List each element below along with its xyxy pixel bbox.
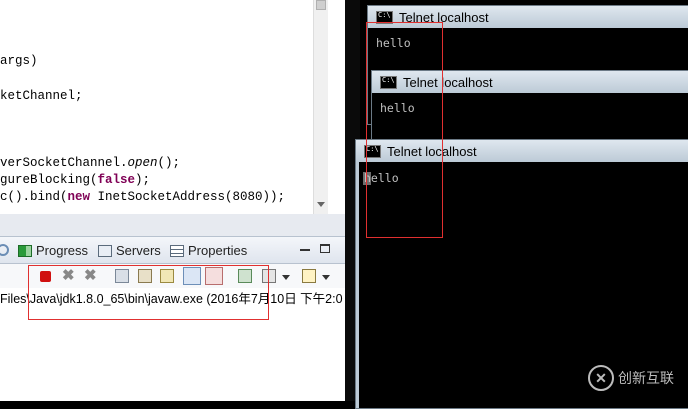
new-console-icon[interactable] [302, 269, 316, 283]
tab-progress[interactable]: Progress [18, 243, 88, 258]
console-launch-text: Files\Java\jdk1.8.0_65\bin\javaw.exe (20… [0, 292, 343, 306]
view-tab-bar: Progress Servers Properties [0, 236, 345, 264]
code-line: ketChannel; [0, 89, 83, 103]
tab-properties[interactable]: Properties [170, 243, 247, 258]
panel-separator [0, 214, 345, 236]
console-toolbar: ✖ ✖ [0, 264, 345, 288]
console-output[interactable] [0, 306, 345, 401]
pin-console-icon[interactable] [238, 269, 252, 283]
console-icon [376, 10, 393, 24]
terminate-icon[interactable] [40, 271, 51, 282]
chevron-down-icon[interactable] [282, 275, 290, 280]
console-icon [380, 75, 397, 89]
terminal-output: hello [380, 101, 415, 115]
code-line: verSocketChannel.open(); [0, 156, 181, 170]
eclipse-workbench: args) ketChannel; verSocketChannel.open(… [0, 0, 345, 401]
window-title: Telnet localhost [403, 74, 493, 90]
console-launch-info: Files\Java\jdk1.8.0_65\bin\javaw.exe (20… [0, 288, 345, 306]
word-wrap-icon[interactable] [160, 269, 174, 283]
watermark-text: 创新互联 [618, 371, 674, 387]
watermark-logo-icon: ✕ [588, 365, 614, 391]
window-titlebar[interactable]: Telnet localhost [372, 71, 688, 93]
code-editor[interactable]: args) ketChannel; verSocketChannel.open(… [0, 0, 328, 214]
display-console-icon[interactable] [262, 269, 276, 283]
view-icon [0, 244, 9, 256]
tab-label: Progress [36, 243, 89, 258]
window-title: Telnet localhost [399, 9, 489, 25]
window-frame [356, 162, 359, 408]
window-titlebar[interactable]: Telnet localhost [356, 140, 688, 162]
tab-servers[interactable]: Servers [98, 243, 161, 258]
scroll-down-arrow-icon[interactable] [317, 202, 325, 207]
text-cursor [363, 172, 371, 185]
tab-label: Servers [116, 243, 161, 258]
clear-console-icon[interactable] [115, 269, 129, 283]
window-title: Telnet localhost [387, 143, 477, 159]
watermark: ✕ 创新互联 [588, 361, 684, 395]
scroll-lock-icon[interactable] [138, 269, 152, 283]
progress-icon [18, 244, 32, 257]
minimize-icon[interactable] [300, 249, 310, 251]
show-console-stderr-icon[interactable] [205, 267, 223, 285]
remove-all-launches-icon[interactable]: ✖ [84, 268, 98, 283]
properties-icon [170, 244, 184, 257]
editor-vertical-scrollbar[interactable] [313, 0, 328, 214]
chevron-down-icon[interactable] [322, 275, 330, 280]
show-console-stdout-icon[interactable] [183, 267, 201, 285]
scrollbar-thumb[interactable] [316, 0, 326, 10]
servers-icon [98, 244, 112, 257]
code-line: gureBlocking(false); [0, 173, 151, 187]
code-line: args) [0, 54, 38, 68]
maximize-icon[interactable] [320, 244, 330, 253]
code-line: c().bind(new InetSocketAddress(8080)); [0, 190, 286, 204]
window-titlebar[interactable]: Telnet localhost [368, 6, 688, 28]
console-icon [364, 144, 381, 158]
remove-launch-icon[interactable]: ✖ [62, 268, 76, 283]
terminal-output: hello [376, 36, 411, 50]
tab-label: Properties [188, 243, 248, 258]
